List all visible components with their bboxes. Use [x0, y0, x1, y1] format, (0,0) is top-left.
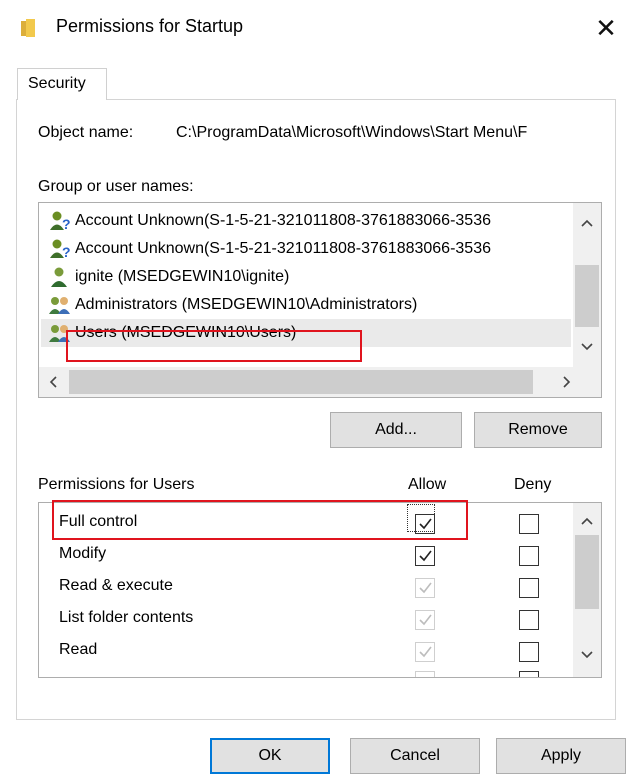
checkmark-icon: [419, 646, 432, 658]
list-item-label: Users (MSEDGEWIN10\Users): [75, 324, 297, 341]
unknown-user-icon: ?: [50, 211, 71, 232]
permissions-for-label: Permissions for Users: [38, 476, 195, 493]
object-name-value: C:\ProgramData\Microsoft\Windows\Start M…: [176, 124, 528, 141]
permission-name: List folder contents: [59, 609, 194, 626]
permission-name: Read: [59, 641, 98, 658]
list-item-label: Administrators (MSEDGEWIN10\Administrato…: [75, 296, 418, 313]
chevron-right-icon[interactable]: [563, 376, 571, 388]
list-item-label: Account Unknown(S-1-5-21-321011808-37618…: [75, 212, 491, 229]
tab-label: Security: [28, 75, 86, 92]
chevron-up-icon[interactable]: [581, 517, 593, 525]
permission-row-full-control: Full control: [39, 507, 573, 539]
permission-row-modify: Modify: [39, 539, 573, 571]
deny-read-checkbox[interactable]: [519, 642, 539, 662]
permission-row-read: Read: [39, 635, 573, 667]
checkmark-icon: [419, 614, 432, 626]
deny-full-control-checkbox[interactable]: [519, 514, 539, 534]
list-item[interactable]: ? Account Unknown(S-1-5-21-321011808-376…: [41, 235, 571, 263]
user-icon: [51, 267, 67, 287]
close-icon: ✕: [595, 13, 617, 43]
object-name-label: Object name:: [38, 124, 134, 141]
deny-column-header: Deny: [514, 476, 552, 493]
allow-read-execute-checkbox[interactable]: [415, 578, 435, 598]
chevron-down-icon[interactable]: [581, 343, 593, 351]
list-item-selected[interactable]: Users (MSEDGEWIN10\Users): [41, 319, 571, 347]
list-item-label: ignite (MSEDGEWIN10\ignite): [75, 268, 290, 285]
user-list[interactable]: ? Account Unknown(S-1-5-21-321011808-376…: [38, 202, 602, 398]
permission-name: Read & execute: [59, 577, 173, 594]
unknown-user-icon: ?: [50, 239, 71, 260]
window-title: Permissions for Startup: [56, 16, 244, 36]
folder-icon: [21, 19, 35, 37]
ok-button[interactable]: OK: [210, 738, 330, 774]
allow-next-checkbox-partial[interactable]: [415, 671, 435, 677]
cancel-button[interactable]: Cancel: [350, 738, 480, 774]
focus-rectangle: [407, 504, 435, 532]
list-item[interactable]: ? Account Unknown(S-1-5-21-321011808-376…: [41, 207, 571, 235]
user-list-horizontal-scrollbar[interactable]: [39, 367, 601, 397]
allow-column-header: Allow: [408, 476, 447, 493]
svg-text:?: ?: [62, 216, 71, 232]
group-user-names-label: Group or user names:: [38, 178, 194, 195]
list-item[interactable]: ignite (MSEDGEWIN10\ignite): [41, 263, 571, 291]
group-icon: [49, 297, 70, 314]
permission-row-list-folder-contents: List folder contents: [39, 603, 573, 635]
deny-list-folder-contents-checkbox[interactable]: [519, 610, 539, 630]
svg-text:?: ?: [62, 244, 71, 260]
allow-list-folder-contents-checkbox[interactable]: [415, 610, 435, 630]
group-icon: [49, 325, 70, 342]
add-button[interactable]: Add...: [330, 412, 462, 448]
list-item-label: Account Unknown(S-1-5-21-321011808-37618…: [75, 240, 491, 257]
checkmark-icon: [419, 550, 432, 562]
scroll-thumb[interactable]: [575, 535, 599, 609]
deny-next-checkbox-partial[interactable]: [519, 671, 539, 677]
permission-name: Modify: [59, 545, 107, 562]
scroll-thumb[interactable]: [69, 370, 533, 394]
remove-button[interactable]: Remove: [474, 412, 602, 448]
permissions-vertical-scrollbar[interactable]: [573, 503, 601, 677]
list-item[interactable]: Administrators (MSEDGEWIN10\Administrato…: [41, 291, 571, 319]
close-button[interactable]: ✕: [586, 8, 626, 48]
chevron-left-icon[interactable]: [49, 376, 57, 388]
user-list-vertical-scrollbar[interactable]: [573, 203, 601, 367]
apply-button[interactable]: Apply: [496, 738, 626, 774]
chevron-up-icon[interactable]: [581, 219, 593, 227]
allow-modify-checkbox[interactable]: [415, 546, 435, 566]
permission-row-read-execute: Read & execute: [39, 571, 573, 603]
permissions-list[interactable]: Full control Modify Read & execute List …: [38, 502, 602, 678]
deny-read-execute-checkbox[interactable]: [519, 578, 539, 598]
tab-security[interactable]: Security: [17, 68, 107, 100]
checkmark-icon: [419, 582, 432, 594]
scroll-thumb[interactable]: [575, 265, 599, 327]
deny-modify-checkbox[interactable]: [519, 546, 539, 566]
permission-name: Full control: [59, 513, 138, 530]
allow-read-checkbox[interactable]: [415, 642, 435, 662]
chevron-down-icon[interactable]: [581, 651, 593, 659]
title-bar: Permissions for Startup ✕: [0, 0, 632, 56]
